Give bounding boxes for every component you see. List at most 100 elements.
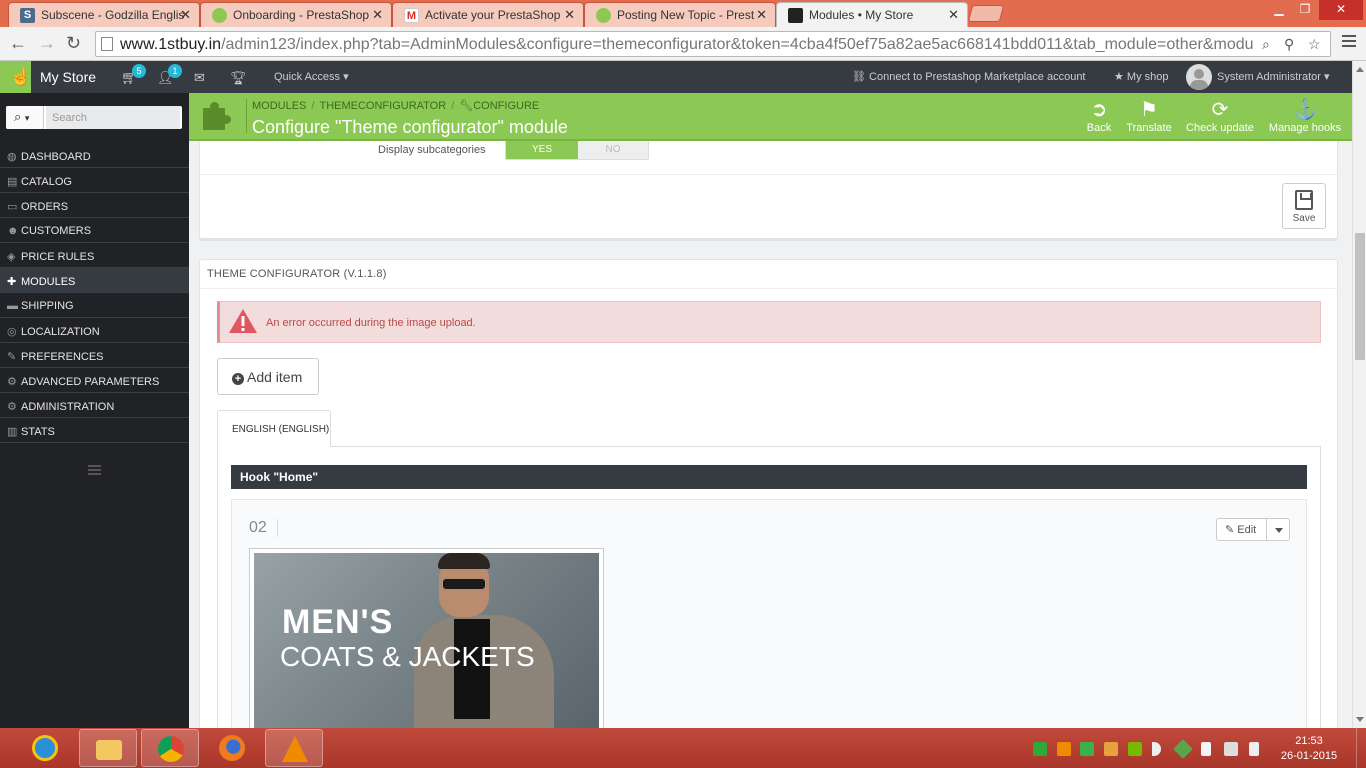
url-path: /admin123/index.php?tab=AdminModules&con… <box>221 36 1254 53</box>
save-button[interactable]: Save <box>1282 183 1326 229</box>
firefox-icon[interactable] <box>203 729 261 767</box>
close-window-icon[interactable]: ✕ <box>1319 0 1363 20</box>
sidebar-item-administration[interactable]: ⚙ ADMINISTRATION <box>0 393 189 418</box>
qbittorrent-icon[interactable] <box>1033 742 1047 756</box>
address-bar[interactable]: www.1stbuy.in/admin123/index.php?tab=Adm… <box>95 31 1331 57</box>
gear-icon: ⚙ <box>7 401 17 413</box>
sidebar-item-preferences[interactable]: ✎ PREFERENCES <box>0 343 189 368</box>
breadcrumb-item[interactable]: MODULES <box>252 100 306 112</box>
page-scrollbar[interactable] <box>1352 61 1366 728</box>
quick-access-dropdown[interactable]: Quick Access ▾ <box>274 70 349 83</box>
banner-image: MEN'S COATS & JACKETS <box>254 553 599 728</box>
close-tab-icon[interactable]: ✕ <box>948 7 959 23</box>
item-image-frame: MEN'S COATS & JACKETS <box>249 548 604 728</box>
sidebar-item-catalog[interactable]: ▤ CATALOG <box>0 168 189 193</box>
browser-tab[interactable]: M Activate your PrestaShop ✕ <box>392 2 584 27</box>
vlc-tray-icon[interactable] <box>1057 742 1071 756</box>
edit-button[interactable]: ✎ Edit <box>1217 519 1267 540</box>
search-input[interactable] <box>46 106 180 129</box>
sidebar-item-dashboard[interactable]: ◍ DASHBOARD <box>0 143 189 168</box>
manage-hooks-button[interactable]: ⚓ Manage hooks <box>1267 98 1343 134</box>
subcategories-toggle[interactable]: YES NO <box>505 141 649 160</box>
store-name[interactable]: My Store <box>40 69 96 85</box>
paint-icon[interactable] <box>1104 742 1118 756</box>
credit-card-icon: ▭ <box>7 201 18 213</box>
internet-explorer-icon[interactable] <box>16 729 74 767</box>
extension-icon[interactable]: ⚲ <box>1284 36 1294 53</box>
bookmark-star-icon[interactable]: ☆ <box>1308 36 1321 53</box>
new-tab-button[interactable] <box>967 5 1005 22</box>
panel-heading: THEME CONFIGURATOR (V.1.1.8) <box>207 268 387 280</box>
my-shop-link[interactable]: ★ My shop <box>1114 70 1169 83</box>
forward-arrow-icon[interactable]: → <box>38 33 56 54</box>
prestashop-logo[interactable]: ☝ <box>0 61 31 93</box>
item-number: 02 <box>249 519 278 537</box>
search-type-button[interactable]: ⌕ ▾ <box>6 106 44 129</box>
close-tab-icon[interactable]: ✕ <box>180 7 191 23</box>
scroll-down-icon[interactable] <box>1356 717 1364 722</box>
back-button[interactable]: ➲ Back <box>1086 98 1112 134</box>
star-icon: ★ <box>1114 71 1127 83</box>
breadcrumb-item[interactable]: THEMECONFIGURATOR <box>319 100 446 112</box>
save-label: Save <box>1292 213 1316 224</box>
search-icon[interactable]: ⌕ <box>1262 36 1270 53</box>
speaker-icon[interactable] <box>1249 742 1259 756</box>
marketplace-connect-link[interactable]: ⛓ Connect to Prestashop Marketplace acco… <box>852 70 1086 83</box>
add-item-button[interactable]: + Add item <box>217 358 319 395</box>
sidebar-item-stats[interactable]: ▥ STATS <box>0 418 189 443</box>
utorrent-icon[interactable] <box>1080 742 1094 756</box>
nvidia-icon[interactable] <box>1128 742 1142 756</box>
avatar[interactable] <box>1186 64 1212 90</box>
browser-tab[interactable]: Posting New Topic - Prest ✕ <box>584 2 776 27</box>
store-favicon <box>788 8 803 23</box>
envelope-icon[interactable]: ✉ <box>194 70 205 86</box>
sidebar-item-customers[interactable]: ☻ CUSTOMERS <box>0 218 189 243</box>
url-text[interactable]: www.1stbuy.in/admin123/index.php?tab=Adm… <box>120 36 1255 54</box>
close-tab-icon[interactable]: ✕ <box>564 7 575 23</box>
sidebar-item-modules[interactable]: ✚ MODULES <box>0 268 189 293</box>
browser-menu-icon[interactable] <box>1342 35 1356 50</box>
sidebar-item-advanced-parameters[interactable]: ⚙ ADVANCED PARAMETERS <box>0 368 189 393</box>
tab-english[interactable]: ENGLISH (ENGLISH) <box>217 410 331 447</box>
scrollbar-thumb[interactable] <box>1355 233 1365 360</box>
browser-tab-active[interactable]: Modules • My Store ✕ <box>776 2 968 27</box>
close-tab-icon[interactable]: ✕ <box>372 7 383 23</box>
network-icon[interactable] <box>1224 742 1238 756</box>
sidebar-item-shipping[interactable]: ▬ SHIPPING <box>0 293 189 318</box>
sidebar-collapse-icon[interactable] <box>88 465 101 477</box>
scroll-up-icon[interactable] <box>1356 67 1364 72</box>
toggle-yes[interactable]: YES <box>506 141 578 159</box>
check-update-button[interactable]: ⟳ Check update <box>1185 98 1255 134</box>
sidebar-item-label: LOCALIZATION <box>21 326 100 338</box>
vlc-icon[interactable] <box>265 729 323 767</box>
toggle-no[interactable]: NO <box>578 141 648 159</box>
volume-icon[interactable] <box>1152 742 1161 756</box>
sidebar-item-orders[interactable]: ▭ ORDERS <box>0 193 189 218</box>
file-explorer-icon[interactable] <box>79 729 137 767</box>
refresh-icon: ⟳ <box>1211 99 1229 121</box>
action-center-flag-icon[interactable] <box>1201 742 1211 756</box>
link-icon: ⛓ <box>852 71 870 83</box>
network-share-icon[interactable] <box>1173 739 1193 759</box>
sidebar-item-price-rules[interactable]: ◈ PRICE RULES <box>0 243 189 268</box>
sidebar-search: ⌕ ▾ <box>6 106 182 129</box>
close-tab-icon[interactable]: ✕ <box>756 7 767 23</box>
sidebar-item-label: ADVANCED PARAMETERS <box>21 376 160 388</box>
display-subcategories-label: Display subcategories <box>378 144 486 156</box>
restore-icon[interactable]: ❐ <box>1293 2 1317 16</box>
user-menu[interactable]: System Administrator ▾ <box>1217 70 1330 83</box>
caret-down-icon[interactable] <box>1275 528 1283 533</box>
language-tab-pane: Hook "Home" 02 ✎ Edit MEN'S COATS & JACK… <box>217 446 1321 728</box>
minimize-icon[interactable]: ▁ <box>1267 2 1291 16</box>
show-desktop-button[interactable] <box>1356 728 1366 768</box>
reload-icon[interactable]: ↻ <box>66 33 81 54</box>
browser-tab[interactable]: S Subscene - Godzilla Englis ✕ <box>8 2 200 27</box>
back-arrow-icon[interactable]: ← <box>9 33 27 54</box>
chrome-icon[interactable] <box>141 729 199 767</box>
tab-title: Onboarding - PrestaShop <box>233 8 370 22</box>
trophy-icon[interactable]: 🏆︎ <box>230 70 247 86</box>
sidebar-item-localization[interactable]: ◎ LOCALIZATION <box>0 318 189 343</box>
browser-tab[interactable]: Onboarding - PrestaShop ✕ <box>200 2 392 27</box>
taskbar-clock[interactable]: 21:53 26-01-2015 <box>1279 734 1339 764</box>
translate-button[interactable]: ⚑ Translate <box>1125 98 1173 134</box>
